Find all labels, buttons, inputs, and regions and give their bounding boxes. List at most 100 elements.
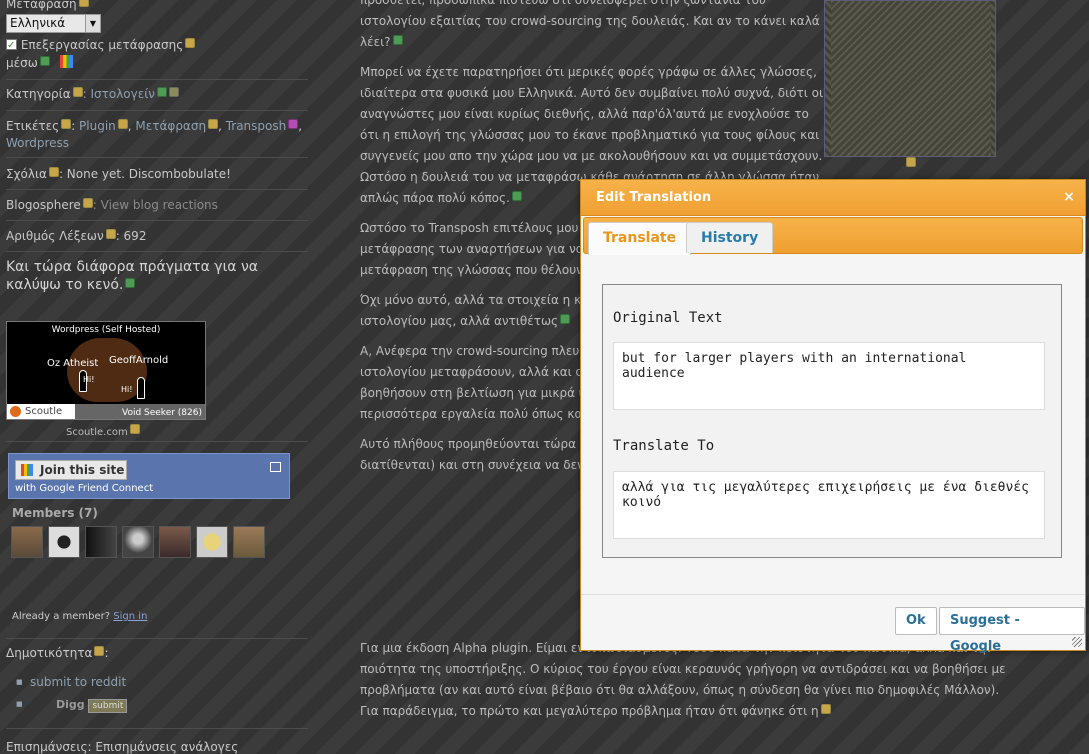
translate-icon[interactable] — [39, 56, 50, 66]
translate-icon[interactable] — [157, 87, 168, 97]
translate-to-field[interactable]: αλλά για τις μεγαλύτερες επιχειρήσεις με… — [613, 471, 1045, 539]
photo-image — [831, 1, 991, 156]
language-select[interactable]: Ελληνικά ▼ — [6, 14, 101, 33]
translate-icon[interactable] — [48, 167, 59, 177]
avatar[interactable] — [196, 526, 228, 558]
translate-icon[interactable] — [169, 87, 180, 97]
avatar[interactable] — [159, 526, 191, 558]
edit-translation-checkbox[interactable] — [6, 37, 17, 55]
translate-icon[interactable] — [392, 35, 403, 45]
article-paragraph: προσθέτει, προσωπικά πιστεύω ότι συνεισφ… — [360, 0, 820, 49]
dialog-tabs: Translate History — [583, 217, 1083, 255]
sign-in-link[interactable]: Sign in — [113, 611, 147, 622]
avatar[interactable] — [11, 526, 43, 558]
digg-label: Digg — [56, 698, 85, 711]
filler-text: Και τώρα διάφορα πράγματα για να καλύψω … — [6, 259, 259, 293]
divider — [6, 189, 308, 190]
translate-icon[interactable] — [560, 314, 571, 324]
avatar[interactable] — [48, 526, 80, 558]
tags-row: Ετικέτες: Plugin, Μετάφραση, Transposh, … — [6, 119, 303, 150]
chevron-down-icon[interactable]: ▼ — [85, 15, 100, 32]
popularity-row: Δημοτικότητα: — [6, 646, 109, 660]
footprint-icon — [67, 338, 147, 402]
avatar[interactable] — [122, 526, 154, 558]
translate-icon[interactable] — [72, 87, 83, 97]
members-title: Members (7) — [12, 506, 98, 520]
scoutle-greeting: Hi! — [83, 375, 95, 384]
translate-icon[interactable] — [61, 119, 72, 129]
translate-icon[interactable] — [125, 278, 136, 288]
scoutle-logo[interactable]: Scoutle — [7, 404, 75, 419]
tab-history[interactable]: History — [686, 222, 774, 253]
translate-icon[interactable] — [78, 0, 89, 7]
gfc-subtitle: with Google Friend Connect — [15, 483, 154, 494]
tag-link[interactable]: Transposh — [226, 119, 287, 133]
original-text-label: Original Text — [613, 310, 723, 326]
divider — [6, 441, 308, 442]
scoutle-name: Oz Atheist — [47, 358, 99, 369]
friend-connect-widget: Join this site with Google Friend Connec… — [8, 453, 290, 499]
translation-panel: Original Text but for larger players wit… — [602, 284, 1062, 558]
tag-link[interactable]: Μετάφραση — [135, 119, 206, 133]
translate-icon[interactable] — [82, 198, 93, 208]
person-icon — [137, 377, 145, 399]
sidebar: Μετάφραση Ελληνικά ▼ Επεξεργασίας μετάφρ… — [0, 0, 310, 754]
translate-to-label: Translate To — [613, 438, 715, 454]
blogosphere-row: Blogosphere: View blog reactions — [6, 198, 218, 212]
divider — [6, 157, 308, 158]
member-avatars — [11, 526, 265, 558]
edit-translation-dialog: Edit Translation × Translate History Ori… — [580, 179, 1086, 654]
translation-label: Μετάφραση — [6, 0, 89, 11]
category-row: Κατηγορία: Ιστολογείν — [6, 87, 308, 101]
divider — [6, 110, 308, 111]
word-count-row: Αριθμός Λέξεων: 692 — [6, 229, 147, 243]
bottom-label: Επισημάνσεις: Επισημάνσεις ανάλογες — [6, 740, 239, 754]
scoutle-title: Wordpress (Self Hosted) — [51, 325, 161, 335]
translate-icon[interactable] — [105, 229, 116, 239]
scoutle-greeting: Hi! — [121, 385, 133, 394]
translate-icon[interactable] — [511, 191, 522, 201]
translate-icon[interactable] — [208, 119, 219, 129]
scoutle-seeker: Void Seeker (826) — [121, 408, 202, 418]
divider — [6, 638, 308, 639]
ok-button[interactable]: Ok — [895, 607, 937, 635]
translate-icon[interactable] — [117, 119, 128, 129]
scoutle-widget[interactable]: Wordpress (Self Hosted) Oz Atheist Geoff… — [6, 321, 206, 420]
edit-translation-row: Επεξεργασίας μετάφρασης μέσω — [6, 36, 306, 72]
scoutle-name: GeoffArnold — [109, 355, 169, 366]
article-photo — [824, 0, 996, 157]
close-icon[interactable]: × — [1061, 189, 1077, 205]
translate-icon[interactable] — [185, 38, 196, 48]
resize-handle[interactable] — [1072, 637, 1082, 647]
avatar[interactable] — [233, 526, 265, 558]
join-site-button[interactable]: Join this site — [15, 460, 127, 480]
original-text-field[interactable]: but for larger players with an internati… — [613, 342, 1045, 410]
translate-icon[interactable] — [94, 646, 105, 656]
translate-icon[interactable] — [288, 119, 299, 129]
dialog-title[interactable]: Edit Translation × — [581, 180, 1085, 216]
translate-icon[interactable] — [129, 424, 140, 434]
already-member: Already a member? Sign in — [12, 611, 148, 622]
google-icon — [59, 55, 73, 68]
submit-reddit-link[interactable]: submit to reddit — [30, 675, 126, 689]
tag-link[interactable]: Plugin — [79, 119, 116, 133]
digg-submit-button[interactable]: submit — [88, 699, 128, 713]
translate-icon[interactable] — [906, 157, 916, 167]
category-link[interactable]: : Ιστολογείν — [83, 87, 155, 101]
translate-icon[interactable] — [820, 704, 831, 714]
suggest-google-button[interactable]: Suggest - Google — [939, 607, 1085, 654]
blog-reactions-link[interactable]: : View blog reactions — [93, 198, 218, 212]
digg-item: Digg submit — [16, 697, 128, 713]
avatar[interactable] — [85, 526, 117, 558]
divider — [6, 251, 308, 252]
divider — [6, 728, 308, 729]
scoutle-caption[interactable]: Scoutle.com — [66, 424, 140, 438]
divider — [6, 79, 308, 80]
popout-icon[interactable] — [270, 462, 281, 472]
divider — [6, 220, 308, 221]
tag-link[interactable]: Wordpress — [6, 136, 69, 150]
comments-row: Σχόλια: None yet. Discombobulate! — [6, 167, 231, 181]
reddit-item: submit to reddit — [16, 675, 126, 689]
tab-translate[interactable]: Translate — [588, 222, 692, 255]
dialog-divider — [581, 594, 1085, 595]
